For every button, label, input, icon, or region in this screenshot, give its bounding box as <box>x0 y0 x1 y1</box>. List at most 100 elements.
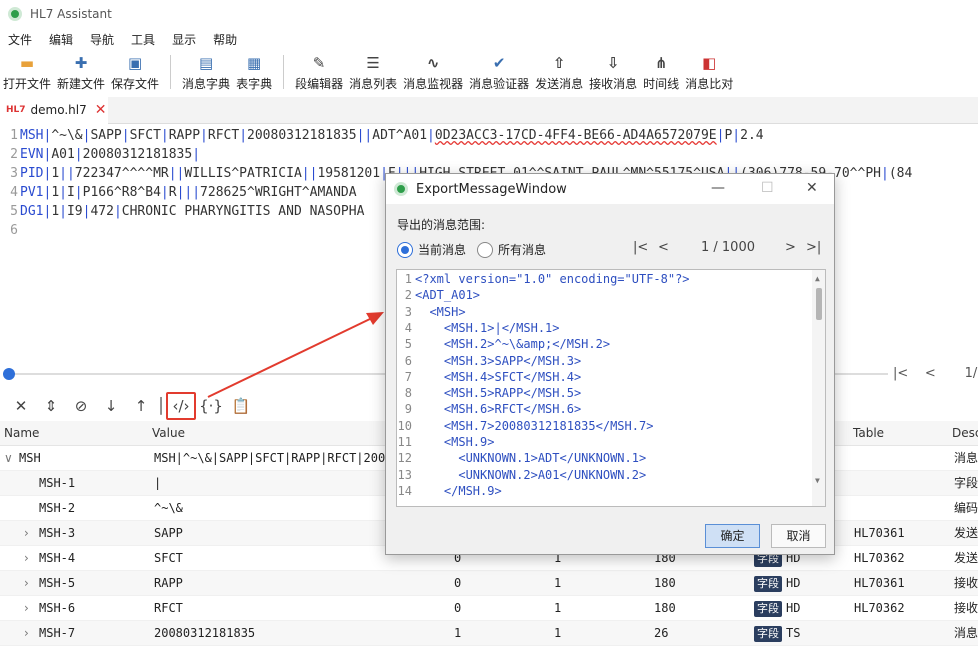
header-name[interactable]: Name <box>4 421 39 446</box>
row-expander-icon[interactable]: › <box>24 546 29 571</box>
scroll-up-icon[interactable]: ▲ <box>815 274 820 283</box>
message-compare-button[interactable]: ◧ 消息比对 <box>682 51 736 92</box>
xml-scrollbar[interactable]: ▲ ▼ <box>812 270 825 506</box>
dialog-last-page-button[interactable]: >| <box>806 240 821 255</box>
message-dict-button[interactable]: ▤ 消息字典 <box>179 51 233 92</box>
row-expander-icon[interactable]: › <box>24 571 29 596</box>
row-expander-icon[interactable]: › <box>24 596 29 621</box>
export-xml-icon[interactable]: ‹/› <box>166 392 196 420</box>
receive-message-button[interactable]: ⇩ 接收消息 <box>586 51 640 92</box>
new-file-button[interactable]: ✚ 新建文件 <box>54 51 108 92</box>
row-name: MSH-3 <box>39 526 76 540</box>
xml-text: <MSH.5>RAPP</MSH.5> <box>443 386 582 401</box>
xml-text: <MSH.4>SFCT</MSH.4> <box>443 369 582 384</box>
xml-text: <UNKNOWN.1>ADT</UNKNOWN.1> <box>458 451 647 466</box>
menu-file[interactable]: 文件 <box>8 30 32 50</box>
xml-line: 2 <ADT_A01> <box>397 287 480 303</box>
xml-line: 8 <MSH.5>RAPP</MSH.5> <box>397 385 581 401</box>
row-desc: 编码 <box>954 501 978 515</box>
menu-navigate[interactable]: 导航 <box>90 30 114 50</box>
message-list-button[interactable]: ☰ 消息列表 <box>346 51 400 92</box>
xml-text: <MSH> <box>429 304 466 319</box>
send-icon: ⇧ <box>552 54 566 72</box>
xml-line: 13 <UNKNOWN.2>A01</UNKNOWN.2> <box>397 467 647 483</box>
expand-all-icon[interactable]: ⇕ <box>36 397 66 415</box>
cancel-button[interactable]: 取消 <box>771 524 826 548</box>
menu-tools[interactable]: 工具 <box>131 30 155 50</box>
row-expander-icon[interactable]: › <box>24 521 29 546</box>
dialog-prev-page-button[interactable]: < <box>658 240 669 255</box>
xml-indent <box>415 321 444 335</box>
clipboard-icon[interactable]: 📋 <box>226 397 256 415</box>
prev-page-button[interactable]: < <box>925 366 936 381</box>
xml-indent <box>415 386 444 400</box>
radio-current-message[interactable]: 当前消息 <box>397 241 466 258</box>
receive-icon: ⇩ <box>606 54 620 72</box>
move-up-icon[interactable]: ↑ <box>126 397 156 415</box>
xml-line-number: 2 <box>404 288 412 303</box>
header-table[interactable]: Table <box>853 421 884 446</box>
xml-line: 3 <MSH> <box>397 304 466 320</box>
monitor-icon: ∿ <box>426 54 440 72</box>
close-tab-icon[interactable]: ✕ <box>95 102 107 118</box>
menu-help[interactable]: 帮助 <box>213 30 237 50</box>
dialog-next-page-button[interactable]: > <box>785 240 796 255</box>
save-file-button[interactable]: ▣ 保存文件 <box>108 51 162 92</box>
row-value: ^~\& <box>154 501 183 515</box>
scroll-down-icon[interactable]: ▼ <box>815 476 820 485</box>
page-indicator: 1/ <box>964 366 978 381</box>
segment-editor-button[interactable]: ✎ 段编辑器 <box>292 51 346 92</box>
first-page-button[interactable]: |< <box>893 366 908 381</box>
row-length: 26 <box>654 626 669 640</box>
xml-preview[interactable]: 1 <?xml version="1.0" encoding="UTF-8"?> 2… <box>396 269 826 507</box>
unlink-icon[interactable]: ⊘ <box>66 397 96 415</box>
radio-all-messages[interactable]: 所有消息 <box>477 241 546 258</box>
menu-edit[interactable]: 编辑 <box>49 30 73 50</box>
save-icon: ▣ <box>127 54 143 72</box>
row-name: MSH-1 <box>39 476 76 490</box>
row-value: RFCT <box>154 601 183 615</box>
dialog-first-page-button[interactable]: |< <box>633 240 648 255</box>
row-desc: 字段 <box>954 476 978 490</box>
message-list-icon: ☰ <box>366 54 380 72</box>
row-expander-icon[interactable]: ∨ <box>4 446 13 471</box>
close-icon[interactable]: ✕ <box>806 180 818 196</box>
move-down-icon[interactable]: ↓ <box>96 397 126 415</box>
message-validator-button[interactable]: ✔ 消息验证器 <box>466 51 532 92</box>
xml-indent <box>415 370 444 384</box>
maximize-icon: ☐ <box>761 180 774 196</box>
minimize-icon[interactable]: — <box>711 180 725 196</box>
menu-view[interactable]: 显示 <box>172 30 196 50</box>
table-row[interactable]: › MSH-5 RAPP 0 1 180 字段 HD HL70361 接收 <box>0 571 978 596</box>
radio-empty-icon <box>477 241 493 258</box>
slider-handle[interactable] <box>3 368 15 380</box>
collapse-all-icon[interactable]: ✕ <box>6 397 36 415</box>
field-type-badge: 字段 <box>754 576 782 592</box>
row-value: | <box>154 476 162 490</box>
ok-button[interactable]: 确定 <box>705 524 760 548</box>
send-message-button[interactable]: ⇧ 发送消息 <box>532 51 586 92</box>
header-desc[interactable]: Desc <box>952 421 978 446</box>
tab-demo-hl7[interactable]: HL7 demo.hl7 ✕ <box>0 97 108 124</box>
row-expander-icon[interactable]: › <box>24 621 29 646</box>
row-length: 180 <box>654 576 676 590</box>
new-file-icon: ✚ <box>74 54 88 72</box>
table-row[interactable]: › MSH-7 20080312181835 1 1 26 字段 TS 消息 <box>0 621 978 646</box>
xml-line: 5 <MSH.2>^~\&amp;</MSH.2> <box>397 336 610 352</box>
table-row[interactable]: › MSH-6 RFCT 0 1 180 字段 HD HL70362 接收 <box>0 596 978 621</box>
open-folder-icon: ▬ <box>19 54 35 72</box>
dialog-page-indicator: 1 / 1000 <box>701 240 755 255</box>
export-json-icon[interactable]: {·} <box>196 397 226 415</box>
xml-line: 10 <MSH.7>20080312181835</MSH.7> <box>397 418 654 434</box>
message-monitor-button[interactable]: ∿ 消息监视器 <box>400 51 466 92</box>
xml-line-number: 12 <box>397 451 412 466</box>
header-value[interactable]: Value <box>152 421 185 446</box>
xml-indent <box>415 354 444 368</box>
open-file-button[interactable]: ▬ 打开文件 <box>0 51 54 92</box>
xml-indent <box>415 451 458 465</box>
scroll-thumb[interactable] <box>816 288 822 320</box>
table-dict-button[interactable]: ▦ 表字典 <box>233 51 275 92</box>
row-min: 0 <box>454 601 462 615</box>
dialog-titlebar: ExportMessageWindow — ☐ ✕ <box>386 174 834 204</box>
timeline-button[interactable]: ⋔ 时间线 <box>640 51 682 92</box>
